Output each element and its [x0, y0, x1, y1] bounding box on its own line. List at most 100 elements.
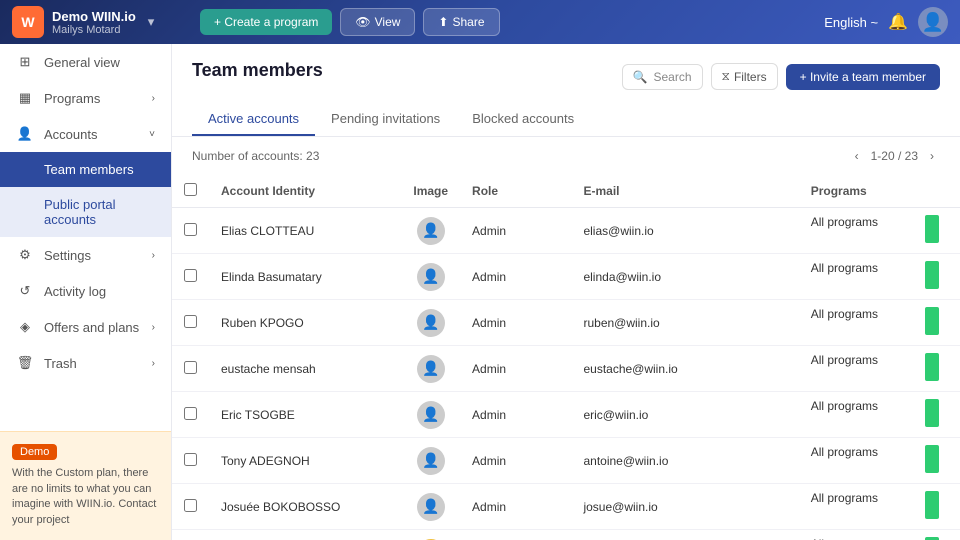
sidebar-item-offers[interactable]: ◈ Offers and plans ›	[0, 309, 171, 345]
pagination-prev[interactable]: ‹	[849, 147, 865, 165]
programs-bar	[925, 491, 939, 519]
user-avatar-img: 👤	[417, 355, 445, 383]
sidebar-label-general-view: General view	[44, 55, 120, 70]
programs-bar	[925, 399, 939, 427]
view-button[interactable]: 👁 View	[340, 8, 415, 36]
sidebar: ⊞ General view ▦ Programs › 👤 Accounts ˅…	[0, 44, 172, 540]
row-name: eustache mensah	[209, 346, 401, 392]
row-checkbox[interactable]	[184, 499, 197, 512]
row-email: paul@wiin.io	[571, 530, 798, 540]
content-header: Team members 🔍 Search ⧖ Filters + Invite…	[172, 44, 960, 137]
sidebar-label-programs: Programs	[44, 91, 100, 106]
row-avatar-cell: 👤	[401, 300, 460, 346]
user-avatar-img: 👤	[417, 309, 445, 337]
row-avatar-cell: 👤	[401, 438, 460, 484]
tab-blocked-accounts[interactable]: Blocked accounts	[456, 103, 590, 136]
row-avatar-cell: 👤	[401, 208, 460, 254]
filters-button[interactable]: ⧖ Filters	[711, 63, 778, 90]
row-checkbox[interactable]	[184, 453, 197, 466]
sidebar-label-activity-log: Activity log	[44, 284, 106, 299]
row-checkbox[interactable]	[184, 407, 197, 420]
row-programs: All programs	[799, 300, 913, 328]
members-table: Account Identity Image Role E-mail Progr…	[172, 175, 960, 540]
row-name: Ruben KPOGO	[209, 300, 401, 346]
row-role: Admin	[460, 346, 571, 392]
row-programs: All programs	[799, 208, 913, 236]
sidebar-item-programs[interactable]: ▦ Programs ›	[0, 80, 171, 116]
row-programs-bar-cell	[913, 484, 960, 530]
row-programs-bar-cell	[913, 438, 960, 484]
sidebar-item-general-view[interactable]: ⊞ General view	[0, 44, 171, 80]
row-name: Josuée BOKOBOSSO	[209, 484, 401, 530]
sidebar-item-team-members[interactable]: Team members	[0, 152, 171, 187]
tab-pending-invitations[interactable]: Pending invitations	[315, 103, 456, 136]
table-row: Elias CLOTTEAU👤Adminelias@wiin.ioAll pro…	[172, 208, 960, 254]
row-checkbox-cell	[172, 208, 209, 254]
invite-team-member-button[interactable]: + Invite a team member	[786, 64, 940, 90]
logo-area[interactable]: W Demo WIIN.io Mailys Motard ▾	[12, 6, 192, 38]
table-row: Tony ADEGNOH👤Adminantoine@wiin.ioAll pro…	[172, 438, 960, 484]
demo-description: With the Custom plan, there are no limit…	[12, 466, 159, 528]
header-actions: + Create a program 👁 View ⬆ Share	[200, 8, 816, 36]
programs-bar	[925, 215, 939, 243]
sidebar-item-accounts[interactable]: 👤 Accounts ˅	[0, 116, 171, 152]
logo-chevron-icon[interactable]: ▾	[148, 14, 155, 30]
page-title: Team members	[192, 60, 323, 81]
col-role: Role	[460, 175, 571, 208]
search-box[interactable]: 🔍 Search	[622, 64, 703, 90]
row-checkbox[interactable]	[184, 315, 197, 328]
row-role: Admin	[460, 530, 571, 540]
sidebar-item-trash[interactable]: 🗑 Trash ›	[0, 345, 171, 381]
sidebar-item-activity-log[interactable]: ↺ Activity log	[0, 273, 171, 309]
table-row: Josuée BOKOBOSSO👤Adminjosue@wiin.ioAll p…	[172, 484, 960, 530]
row-name: Elinda Basumatary	[209, 254, 401, 300]
row-checkbox[interactable]	[184, 269, 197, 282]
share-button[interactable]: ⬆ Share	[423, 8, 499, 36]
row-programs-bar-cell	[913, 208, 960, 254]
row-checkbox-cell	[172, 392, 209, 438]
user-avatar-img: 👤	[417, 447, 445, 475]
col-checkbox	[172, 175, 209, 208]
table-meta: Number of accounts: 23 ‹ 1-20 / 23 ›	[172, 137, 960, 175]
row-avatar-cell: 👤	[401, 254, 460, 300]
col-image: Image	[401, 175, 460, 208]
table-row: Eric TSOGBE👤Admineric@wiin.ioAll program…	[172, 392, 960, 438]
share-icon: ⬆	[438, 15, 448, 29]
row-programs-bar-cell	[913, 254, 960, 300]
row-programs-bar-cell	[913, 392, 960, 438]
row-role: Admin	[460, 254, 571, 300]
row-programs-bar-cell	[913, 530, 960, 540]
row-avatar-cell: 👤	[401, 346, 460, 392]
row-programs: All programs	[799, 438, 913, 466]
row-name: Paul Desjuzeur	[209, 530, 401, 540]
row-checkbox[interactable]	[184, 223, 197, 236]
tab-active-accounts[interactable]: Active accounts	[192, 103, 315, 136]
row-role: Admin	[460, 484, 571, 530]
row-programs-bar-cell	[913, 300, 960, 346]
select-all-checkbox[interactable]	[184, 183, 197, 196]
notification-bell-icon[interactable]: 🔔	[888, 12, 908, 32]
user-avatar-img: 👤	[417, 401, 445, 429]
user-name: Mailys Motard	[52, 24, 136, 36]
create-program-button[interactable]: + Create a program	[200, 9, 332, 35]
sidebar-item-public-portal[interactable]: Public portal accounts	[0, 187, 171, 237]
row-email: elias@wiin.io	[571, 208, 798, 254]
company-name: Demo WIIN.io	[52, 9, 136, 24]
sidebar-label-settings: Settings	[44, 248, 91, 263]
row-email: eric@wiin.io	[571, 392, 798, 438]
user-avatar[interactable]: 👤	[918, 7, 948, 37]
sidebar-item-settings[interactable]: ⚙ Settings ›	[0, 237, 171, 273]
row-programs: All programs	[799, 484, 913, 512]
row-checkbox[interactable]	[184, 361, 197, 374]
accounts-chevron-icon: ˅	[149, 129, 155, 140]
row-programs-bar-cell	[913, 346, 960, 392]
row-name: Tony ADEGNOH	[209, 438, 401, 484]
row-name: Eric TSOGBE	[209, 392, 401, 438]
row-checkbox-cell	[172, 438, 209, 484]
trash-chevron-icon: ›	[152, 358, 155, 369]
search-placeholder: Search	[653, 70, 691, 84]
search-icon: 🔍	[633, 70, 648, 84]
language-selector[interactable]: English ~	[824, 15, 878, 30]
sidebar-label-public-portal: Public portal accounts	[44, 197, 155, 227]
pagination-next[interactable]: ›	[924, 147, 940, 165]
